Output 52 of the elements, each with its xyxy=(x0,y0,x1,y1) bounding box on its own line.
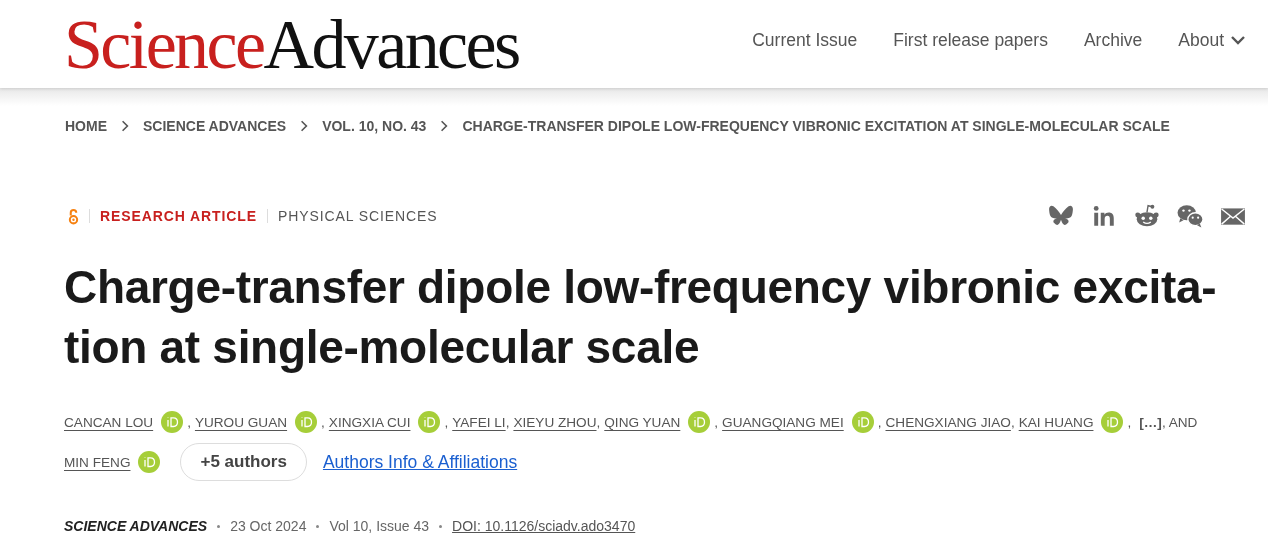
separator-text: , xyxy=(444,414,449,430)
separator-text: , xyxy=(321,414,325,430)
author-link[interactable]: XINGXIA CUI xyxy=(328,414,411,430)
journal-logo[interactable]: ScienceAdvances xyxy=(64,8,519,80)
alien-icon[interactable] xyxy=(1134,203,1160,229)
separator-text: , xyxy=(1010,414,1015,430)
author-link[interactable]: QING YUAN xyxy=(604,414,681,430)
breadcrumb-link[interactable]: HOME xyxy=(65,118,107,134)
orcid-icon[interactable] xyxy=(138,451,161,473)
issue-info: Vol 10, Issue 43 xyxy=(329,518,430,534)
author-link[interactable]: YAFEI LI xyxy=(452,414,506,430)
journal-name: SCIENCE ADVANCES xyxy=(64,518,208,534)
orcid-icon[interactable] xyxy=(418,411,441,433)
publish-date: 23 Oct 2024 xyxy=(230,518,307,534)
chat-bubbles-icon[interactable] xyxy=(1177,203,1203,229)
separator-text: , xyxy=(877,414,882,430)
separator-text: , xyxy=(714,414,719,430)
orcid-icon[interactable] xyxy=(295,411,318,433)
orcid-icon[interactable] xyxy=(688,411,711,433)
chevron-right-icon xyxy=(121,120,129,132)
separator-text: , xyxy=(1127,414,1132,430)
orcid-icon[interactable] xyxy=(161,411,184,433)
more-authors-button[interactable]: +5 authors xyxy=(180,443,307,481)
orcid-icon[interactable] xyxy=(851,411,874,433)
separator-text: , xyxy=(596,414,601,430)
nav-link[interactable]: First release papers xyxy=(893,29,1048,51)
author-link[interactable]: CHENGXIANG JIAO xyxy=(885,414,1011,430)
affiliations-link[interactable]: Authors Info & Affiliations xyxy=(322,451,518,473)
author-link[interactable]: KAI HUANG xyxy=(1018,414,1094,430)
linkedin-icon[interactable] xyxy=(1091,203,1117,229)
separator-text: , AND xyxy=(1161,414,1198,430)
doi-link[interactable]: DOI: 10.1126/sciadv.ado3470 xyxy=(452,518,636,534)
separator-text: , xyxy=(187,414,191,430)
author-link[interactable]: GUANGQIANG MEI xyxy=(722,414,844,430)
author-link[interactable]: CANCAN LOU xyxy=(64,414,154,430)
breadcrumb-link[interactable]: VOL. 10, NO. 43 xyxy=(322,118,427,134)
chevron-right-icon xyxy=(440,120,449,132)
nav-link[interactable]: Archive xyxy=(1083,29,1143,51)
orcid-icon[interactable] xyxy=(1101,411,1124,433)
nav-link[interactable]: Current Issue xyxy=(752,29,858,51)
chevron-right-icon xyxy=(300,120,309,132)
author-link[interactable]: MIN FENG xyxy=(64,454,131,470)
author-link[interactable]: XIEYU ZHOU xyxy=(513,414,597,430)
ellipsis-text: […] xyxy=(1139,414,1162,430)
subject-label: PHYSICAL SCIENCES xyxy=(278,208,438,224)
separator-text: , xyxy=(505,414,510,430)
article-title: Charge-transfer dipole low-frequency vibronic excita- tion at single-molecular scale xyxy=(64,260,1218,375)
breadcrumb-current: CHARGE-TRANSFER DIPOLE LOW-FREQUENCY VIBRONIC EXCITATION AT SINGLE-MOLECULAR SCALE xyxy=(462,118,1170,134)
author-link[interactable]: YUROU GUAN xyxy=(194,414,288,430)
nav-link[interactable]: About xyxy=(1178,29,1246,51)
breadcrumb-link[interactable]: SCIENCE ADVANCES xyxy=(143,118,287,134)
article-type: RESEARCH ARTICLE xyxy=(100,208,257,224)
